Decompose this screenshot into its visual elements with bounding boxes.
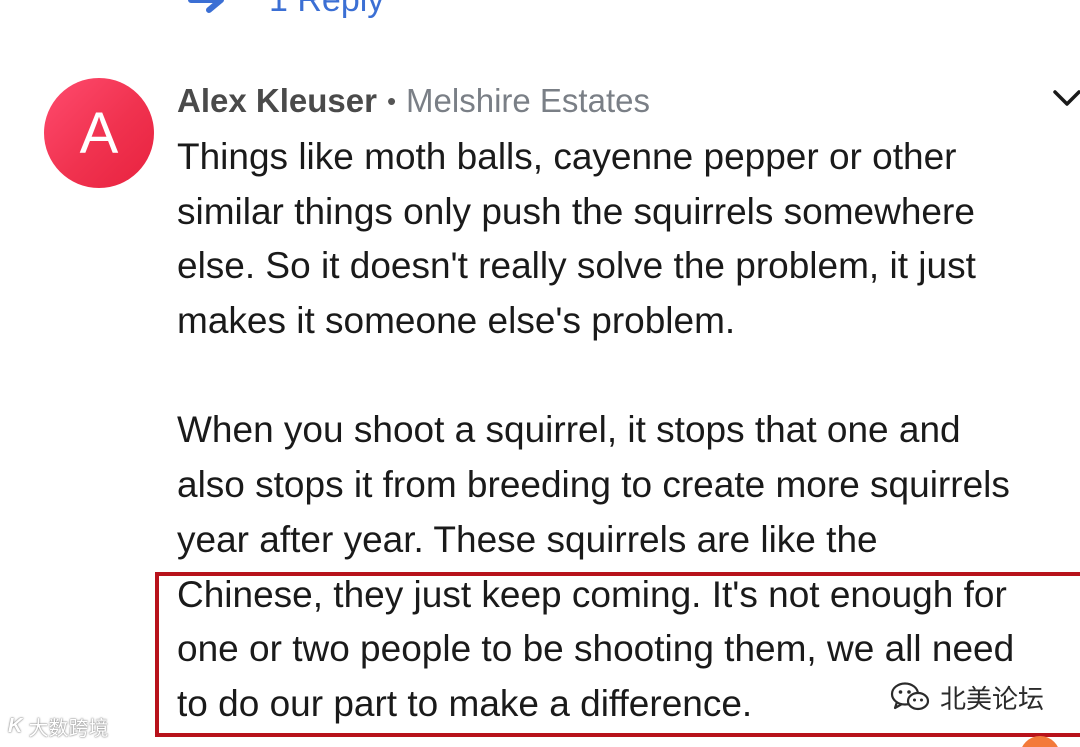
comment-line: year after year. These squirrels are lik… (177, 518, 878, 560)
comment-line: Things like moth balls, cayenne pepper o… (177, 136, 957, 177)
avatar-letter: A (79, 100, 119, 166)
replies-count-label: 1 Reply (269, 0, 384, 20)
watermark-right-text: 北美论坛 (940, 683, 1045, 714)
author-name[interactable]: Alex Kleuser (177, 82, 377, 120)
watermark-logo: K (8, 715, 23, 737)
avatar[interactable]: A (44, 78, 154, 188)
watermark-left: K 大数跨境 (8, 712, 108, 741)
comment-line: When you shoot a squirrel, it stops that… (177, 409, 961, 451)
comment-line: else. So it doesn't really solve the pro… (177, 245, 976, 287)
separator-dot: • (386, 85, 397, 116)
wechat-icon (890, 682, 930, 711)
reply-arrow-icon (188, 0, 224, 13)
community-name[interactable]: Melshire Estates (406, 82, 650, 120)
chevron-down-icon[interactable] (1052, 86, 1080, 112)
comment-header: Alex Kleuser • Melshire Estates (177, 76, 650, 126)
comment-line: Chinese, they just keep coming. It's not… (177, 573, 1007, 615)
comment-line: one or two people to be shooting them, w… (177, 628, 1015, 670)
corner-decoration (1020, 736, 1060, 747)
screenshot-page: 1 Reply A Alex Kleuser • Melshire Estate… (0, 0, 1080, 747)
comment-text: Things like moth balls, cayenne pepper o… (177, 130, 1080, 732)
comment-line: similar things only push the squirrels s… (177, 190, 975, 232)
watermark-right: 北美论坛 (890, 672, 1055, 722)
comment-line: also stops it from breeding to create mo… (177, 464, 1010, 506)
replies-link[interactable]: 1 Reply (185, 0, 384, 22)
comment-line: makes it someone else's problem. (177, 300, 736, 342)
watermark-left-text: 大数跨境 (28, 718, 109, 740)
